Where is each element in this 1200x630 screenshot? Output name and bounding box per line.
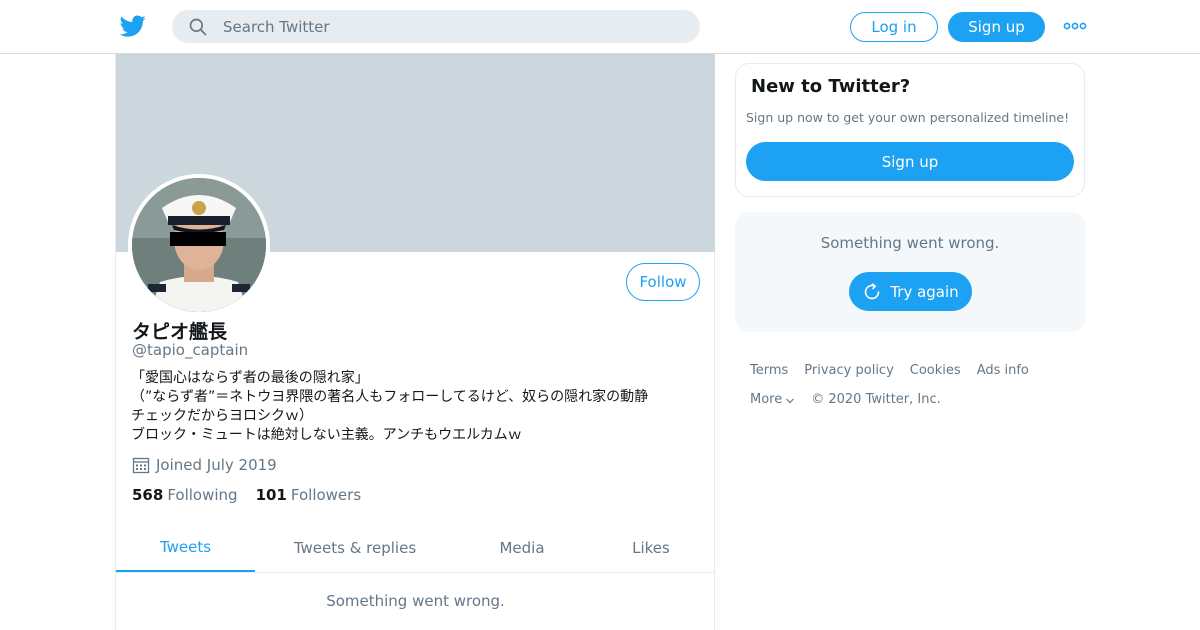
joined-text: Joined July 2019 (156, 456, 277, 474)
timeline-error: Something went wrong. (326, 592, 505, 610)
footer-link-ads-info[interactable]: Ads info (977, 363, 1029, 378)
footer-link-cookies[interactable]: Cookies (910, 363, 961, 378)
avatar-image (132, 178, 266, 312)
footer-link-privacy[interactable]: Privacy policy (804, 363, 893, 378)
followers-label: Followers (290, 486, 362, 504)
new-to-twitter-card: New to Twitter? Sign up now to get your … (735, 63, 1085, 197)
new-to-twitter-title: New to Twitter? (751, 76, 911, 97)
tab-likes[interactable]: Likes (606, 523, 696, 572)
footer: Terms Privacy policy Cookies Ads info Mo… (750, 363, 1080, 421)
user-handle: @tapio_captain (132, 341, 249, 359)
footer-more-label: More (750, 392, 783, 407)
following-stat[interactable]: 568 Following (132, 486, 238, 504)
twitter-bird-icon[interactable] (119, 13, 147, 39)
more-dots-icon[interactable] (1062, 16, 1088, 36)
footer-more-button[interactable]: More (750, 392, 795, 407)
login-button[interactable]: Log in (850, 12, 938, 42)
footer-link-terms[interactable]: Terms (750, 363, 788, 378)
chevron-down-icon (786, 398, 795, 404)
sidebar-error-card: Something went wrong. Try again (735, 212, 1085, 332)
avatar[interactable] (128, 174, 270, 316)
profile-column: Follow タピオ艦長 @tapio_captain 「愛国心はならず者の最後… (115, 54, 715, 630)
followers-count: 101 (255, 486, 287, 504)
tab-tweets[interactable]: Tweets (116, 523, 255, 572)
bio-line: 「愛国心はならず者の最後の隠れ家」 (131, 370, 369, 386)
following-count: 568 (132, 486, 164, 504)
try-again-button[interactable]: Try again (849, 272, 972, 311)
tab-media[interactable]: Media (476, 523, 568, 572)
signup-button-top[interactable]: Sign up (948, 12, 1045, 42)
profile-stats: 568 Following 101 Followers (132, 486, 361, 504)
new-to-twitter-subtitle: Sign up now to get your own personalized… (746, 110, 1070, 125)
calendar-icon (132, 457, 150, 474)
copyright-text: © 2020 Twitter, Inc. (811, 392, 941, 407)
display-name: タピオ艦長 (132, 321, 228, 343)
following-label: Following (167, 486, 238, 504)
search-input[interactable] (223, 17, 663, 36)
tab-tweets-replies[interactable]: Tweets & replies (276, 523, 434, 572)
try-again-label: Try again (890, 282, 959, 301)
followers-stat[interactable]: 101 Followers (256, 486, 362, 504)
sidebar-error-text: Something went wrong. (820, 234, 1000, 252)
refresh-icon (865, 282, 880, 299)
search-box[interactable] (172, 10, 700, 43)
signup-button-card[interactable]: Sign up (746, 142, 1074, 181)
profile-tabs: Tweets Tweets & replies Media Likes (116, 523, 715, 573)
bio-line: （”ならず者”＝ネトウヨ界隈の著名人もフォローしてるけど、奴らの隠れ家の動静 (131, 389, 649, 405)
profile-bio: 「愛国心はならず者の最後の隠れ家」 （”ならず者”＝ネトウヨ界隈の著名人もフォロ… (131, 369, 711, 445)
top-navigation-bar: Log in Sign up (0, 0, 1200, 54)
joined-date: Joined July 2019 (132, 456, 277, 474)
bio-line: ブロック・ミュートは絶対しない主義。アンチもウエルカムｗ (131, 427, 522, 443)
follow-button[interactable]: Follow (626, 263, 700, 301)
search-icon (189, 18, 207, 35)
bio-line: チェックだからヨロシクｗ） (131, 408, 313, 424)
